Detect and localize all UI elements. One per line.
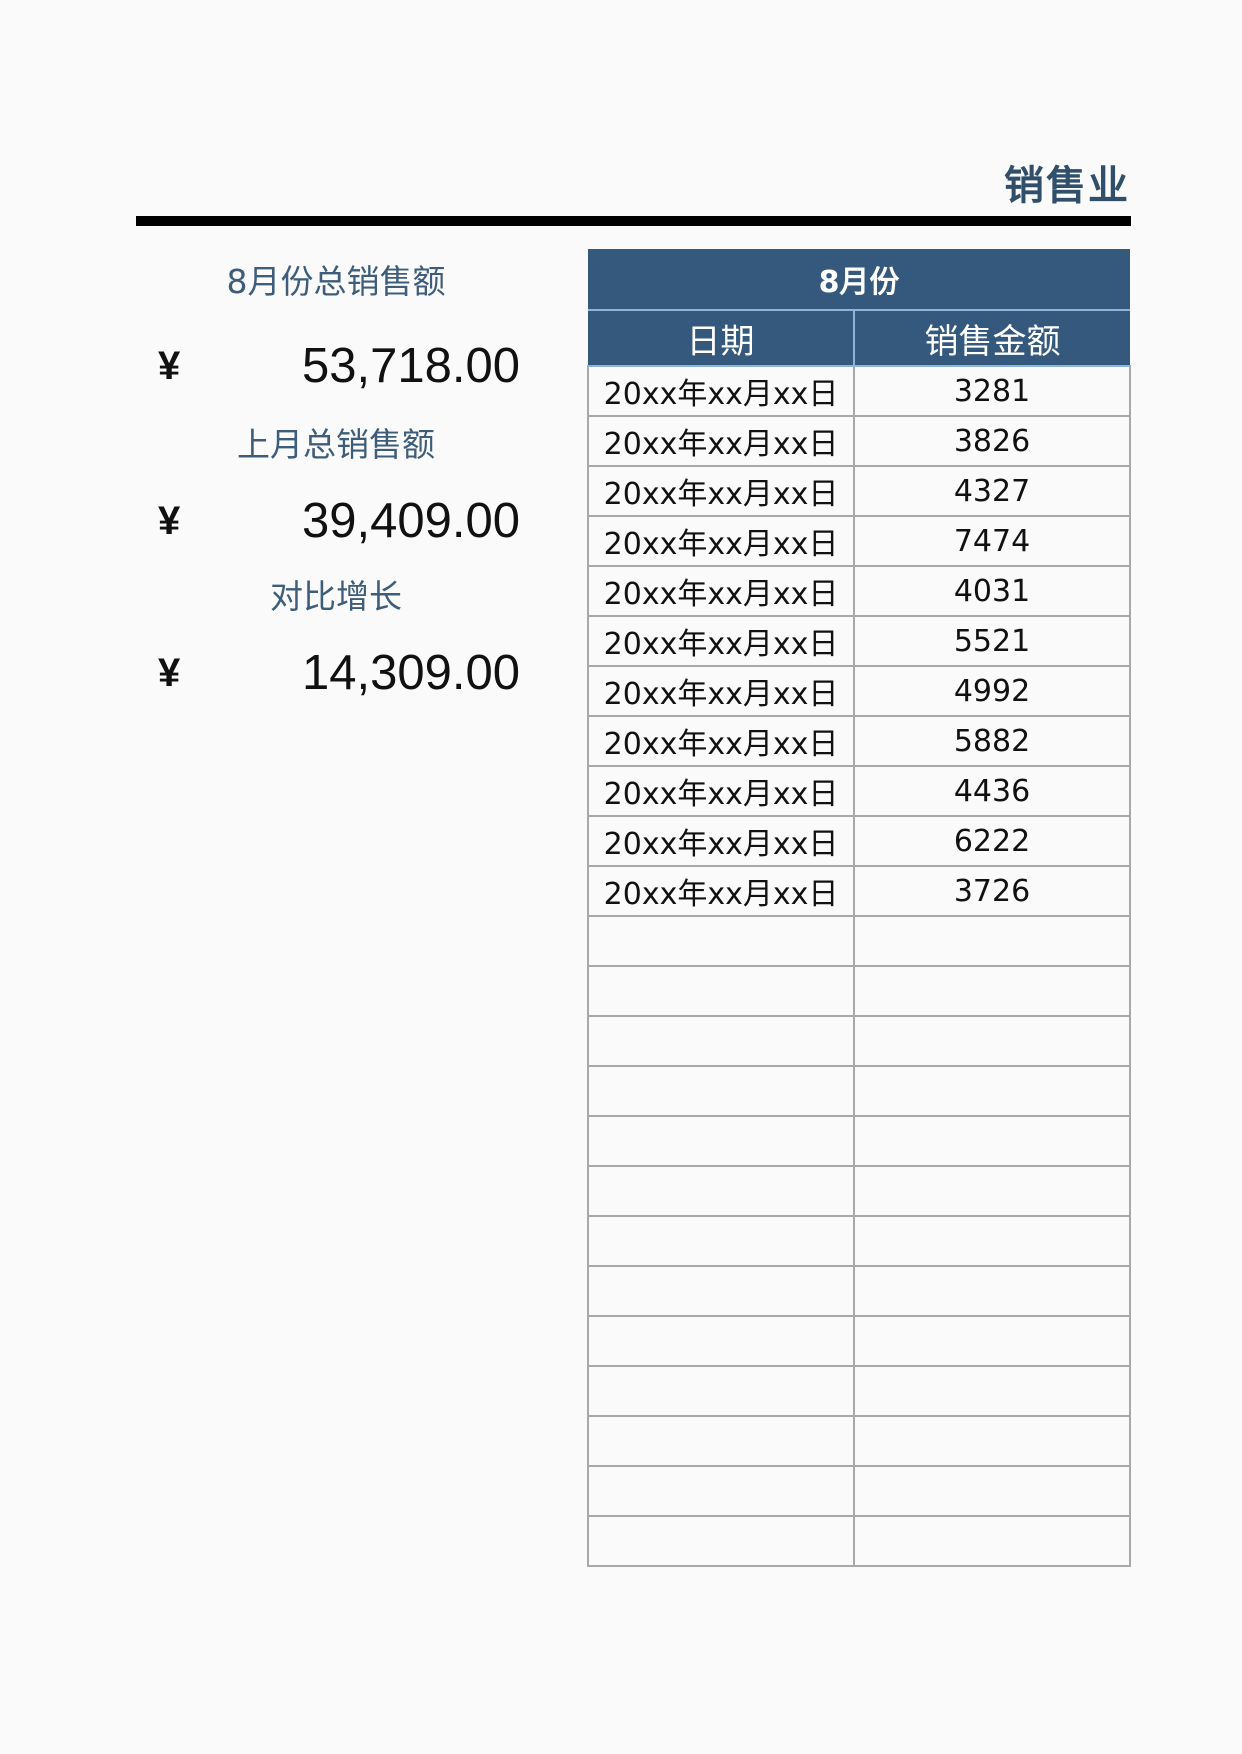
table-row: 20xx年xx月xx日 4327 [587, 465, 1131, 517]
amount-cell[interactable]: 5882 [853, 715, 1131, 767]
document-title: 销售业 [1004, 163, 1130, 209]
date-cell[interactable] [587, 1265, 855, 1317]
date-cell[interactable] [587, 1015, 855, 1067]
currency-symbol: ¥ [158, 650, 181, 695]
table-row [587, 1215, 1131, 1267]
amount-cell[interactable] [853, 965, 1131, 1017]
amount-cell[interactable] [853, 1415, 1131, 1467]
amount-cell[interactable] [853, 1265, 1131, 1317]
amount-cell[interactable]: 4327 [853, 465, 1131, 517]
date-cell[interactable]: 20xx年xx月xx日 [587, 515, 855, 567]
table-row [587, 1065, 1131, 1117]
table-row: 20xx年xx月xx日 3726 [587, 865, 1131, 917]
table-row [587, 1115, 1131, 1167]
table-row [587, 915, 1131, 967]
table-row: 20xx年xx月xx日 5521 [587, 615, 1131, 667]
amount-cell[interactable]: 4992 [853, 665, 1131, 717]
amount-cell[interactable] [853, 1065, 1131, 1117]
date-cell[interactable] [587, 1165, 855, 1217]
table-row [587, 1315, 1131, 1367]
table-row: 20xx年xx月xx日 4031 [587, 565, 1131, 617]
table-row [587, 1415, 1131, 1467]
previous-month-total-amount: 39,409.00 [302, 494, 520, 548]
table-row: 20xx年xx月xx日 3826 [587, 415, 1131, 467]
date-cell[interactable] [587, 1065, 855, 1117]
previous-month-total-value[interactable]: ¥ 39,409.00 [150, 493, 520, 549]
amount-cell[interactable] [853, 1015, 1131, 1067]
amount-cell[interactable] [853, 1365, 1131, 1417]
table-row [587, 1515, 1131, 1567]
amount-cell[interactable] [853, 1215, 1131, 1267]
title-underline-divider [136, 216, 1131, 226]
table-row [587, 1015, 1131, 1067]
amount-cell[interactable]: 4031 [853, 565, 1131, 617]
table-row: 20xx年xx月xx日 4436 [587, 765, 1131, 817]
table-row: 20xx年xx月xx日 7474 [587, 515, 1131, 567]
table-row [587, 1165, 1131, 1217]
table-row [587, 1365, 1131, 1417]
date-cell[interactable] [587, 965, 855, 1017]
date-cell[interactable]: 20xx年xx月xx日 [587, 465, 855, 517]
date-cell[interactable]: 20xx年xx月xx日 [587, 765, 855, 817]
date-cell[interactable] [587, 1365, 855, 1417]
amount-cell[interactable]: 3826 [853, 415, 1131, 467]
table-row [587, 1265, 1131, 1317]
column-header-date[interactable]: 日期 [588, 310, 854, 367]
amount-cell[interactable] [853, 1315, 1131, 1367]
column-header-amount[interactable]: 销售金额 [853, 310, 1130, 367]
amount-cell[interactable] [853, 915, 1131, 967]
current-month-total-amount: 53,718.00 [302, 339, 520, 393]
amount-cell[interactable] [853, 1115, 1131, 1167]
date-cell[interactable]: 20xx年xx月xx日 [587, 415, 855, 467]
amount-cell[interactable]: 3281 [853, 365, 1131, 417]
amount-cell[interactable] [853, 1465, 1131, 1517]
growth-value[interactable]: ¥ 14,309.00 [150, 645, 520, 701]
amount-cell[interactable]: 7474 [853, 515, 1131, 567]
table-row: 20xx年xx月xx日 6222 [587, 815, 1131, 867]
table-row: 20xx年xx月xx日 4992 [587, 665, 1131, 717]
date-cell[interactable]: 20xx年xx月xx日 [587, 715, 855, 767]
date-cell[interactable] [587, 1115, 855, 1167]
growth-amount: 14,309.00 [302, 646, 520, 700]
date-cell[interactable] [587, 1315, 855, 1367]
table-row [587, 965, 1131, 1017]
date-cell[interactable]: 20xx年xx月xx日 [587, 365, 855, 417]
amount-cell[interactable]: 6222 [853, 815, 1131, 867]
currency-symbol: ¥ [158, 498, 181, 543]
current-month-total-value[interactable]: ¥ 53,718.00 [150, 338, 520, 394]
month-header[interactable]: 8月份 [588, 249, 1130, 311]
growth-label: 对比增长 [270, 577, 402, 616]
currency-symbol: ¥ [158, 343, 181, 388]
current-month-total-label: 8月份总销售额 [226, 262, 446, 301]
date-cell[interactable] [587, 1515, 855, 1567]
date-cell[interactable]: 20xx年xx月xx日 [587, 615, 855, 667]
previous-month-total-label: 上月总销售额 [237, 425, 435, 464]
amount-cell[interactable]: 3726 [853, 865, 1131, 917]
date-cell[interactable] [587, 915, 855, 967]
table-row: 20xx年xx月xx日 5882 [587, 715, 1131, 767]
amount-cell[interactable] [853, 1165, 1131, 1217]
amount-cell[interactable] [853, 1515, 1131, 1567]
date-cell[interactable]: 20xx年xx月xx日 [587, 565, 855, 617]
date-cell[interactable]: 20xx年xx月xx日 [587, 815, 855, 867]
table-row [587, 1465, 1131, 1517]
date-cell[interactable]: 20xx年xx月xx日 [587, 665, 855, 717]
amount-cell[interactable]: 5521 [853, 615, 1131, 667]
date-cell[interactable] [587, 1415, 855, 1467]
sales-table: 8月份 日期 销售金额 20xx年xx月xx日 3281 20xx年xx月xx日 38… [587, 249, 1131, 1567]
table-row: 20xx年xx月xx日 3281 [587, 365, 1131, 417]
amount-cell[interactable]: 4436 [853, 765, 1131, 817]
date-cell[interactable] [587, 1465, 855, 1517]
date-cell[interactable]: 20xx年xx月xx日 [587, 865, 855, 917]
date-cell[interactable] [587, 1215, 855, 1267]
